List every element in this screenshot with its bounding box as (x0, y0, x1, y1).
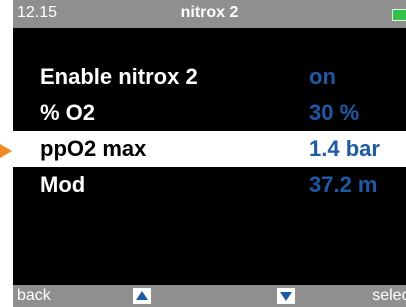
selection-pointer-icon (0, 144, 12, 158)
setting-enable-nitrox-2[interactable]: Enable nitrox 2 on (13, 59, 406, 95)
select-softkey[interactable]: select (372, 287, 406, 305)
settings-list: Enable nitrox 2 on % O2 30 % ppO2 max 1.… (13, 59, 406, 203)
softkey-bar: back select (13, 285, 406, 307)
setting-o2-percent[interactable]: % O2 30 % (13, 95, 406, 131)
setting-value: 30 % (309, 100, 360, 125)
setting-label: Enable nitrox 2 (40, 64, 198, 89)
setting-ppo2-max[interactable]: ppO2 max 1.4 bar (13, 131, 406, 167)
page-title: nitrox 2 (180, 4, 239, 21)
back-softkey[interactable]: back (17, 287, 51, 305)
down-softkey[interactable] (277, 288, 295, 304)
arrow-down-icon (280, 292, 292, 301)
setting-label: Mod (40, 172, 86, 197)
battery-full-icon (392, 9, 406, 21)
arrow-up-icon (136, 291, 148, 300)
setting-mod[interactable]: Mod 37.2 m (13, 167, 406, 203)
screen: 12.15 nitrox 2 Enable nitrox 2 on % O2 3… (13, 0, 406, 307)
setting-value: 1.4 bar (309, 136, 380, 161)
up-softkey[interactable] (133, 288, 151, 304)
setting-label: % O2 (40, 100, 96, 125)
status-bar: 12.15 nitrox 2 (13, 0, 406, 28)
device-display: 12.15 nitrox 2 Enable nitrox 2 on % O2 3… (0, 0, 406, 307)
setting-value: 37.2 m (309, 172, 378, 197)
setting-label: ppO2 max (40, 136, 147, 161)
setting-value: on (309, 64, 336, 89)
